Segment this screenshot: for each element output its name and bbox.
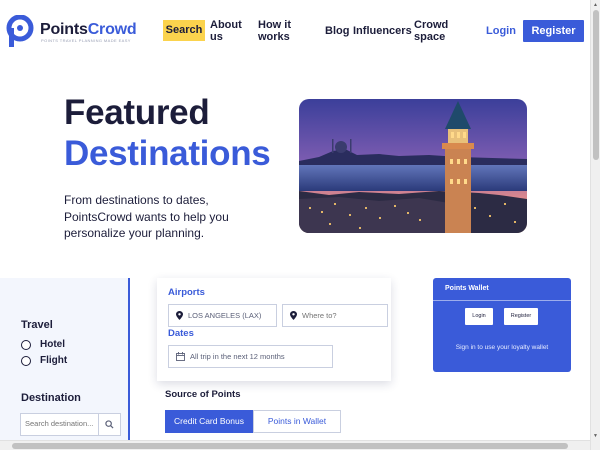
nav-blog[interactable]: Blog xyxy=(325,25,349,37)
nav-how-line1: How it xyxy=(258,19,291,31)
from-airport-input[interactable] xyxy=(188,311,268,320)
from-airport-field[interactable] xyxy=(168,304,277,327)
to-airport-input[interactable] xyxy=(302,311,382,320)
brand-name-crowd: Crowd xyxy=(87,21,137,38)
wallet-note: Sign in to use your loyalty wallet xyxy=(455,344,549,351)
flight-radio[interactable] xyxy=(21,355,31,366)
destination-search xyxy=(20,413,121,436)
tab-points-in-wallet[interactable]: Points in Wallet xyxy=(253,410,341,433)
source-of-points-label: Source of Points xyxy=(165,389,241,400)
vertical-scrollbar-thumb[interactable] xyxy=(593,10,599,160)
istanbul-skyline-illustration xyxy=(299,99,527,233)
scroll-up-arrow-icon[interactable]: ▲ xyxy=(593,2,598,8)
dates-input[interactable] xyxy=(190,352,330,361)
horizontal-scrollbar[interactable] xyxy=(0,440,590,450)
horizontal-scrollbar-thumb[interactable] xyxy=(12,443,568,449)
hotel-radio[interactable] xyxy=(21,339,31,350)
destination-search-button[interactable] xyxy=(98,414,120,435)
hero-title: Featured Destinations xyxy=(64,92,271,174)
location-pin-icon xyxy=(176,311,183,320)
nav-crowd-space[interactable]: Crowd space xyxy=(414,19,448,43)
nav-about-us[interactable]: About us xyxy=(210,19,242,43)
dates-label: Dates xyxy=(168,328,194,339)
search-icon xyxy=(105,420,114,429)
wallet-register-button[interactable]: Register xyxy=(504,308,538,325)
nav-how-it-works[interactable]: How it works xyxy=(258,19,291,43)
vertical-scrollbar[interactable]: ▲ ▼ xyxy=(590,0,600,450)
destination-search-input[interactable] xyxy=(25,419,101,428)
dates-field[interactable] xyxy=(168,345,333,368)
travel-label: Travel xyxy=(21,319,53,331)
hero-subtitle: From destinations to dates, PointsCrowd … xyxy=(64,193,229,240)
hero-title-line1: Featured xyxy=(64,93,210,132)
to-airport-field[interactable] xyxy=(282,304,388,327)
wallet-title: Points Wallet xyxy=(445,285,489,292)
nav-about-line1: About xyxy=(210,19,242,31)
brand-tagline: POINTS TRAVEL PLANNING MADE EASY xyxy=(41,38,131,43)
location-pin-icon xyxy=(290,311,297,320)
hero-title-line2: Destinations xyxy=(64,134,271,173)
site-header: PointsCrowd POINTS TRAVEL PLANNING MADE … xyxy=(0,0,590,62)
tab-credit-card-bonus[interactable]: Credit Card Bonus xyxy=(165,410,253,433)
nav-influencers[interactable]: Influencers xyxy=(353,25,412,37)
brand-name[interactable]: PointsCrowd xyxy=(40,21,137,39)
scroll-down-arrow-icon[interactable]: ▼ xyxy=(593,433,598,439)
wallet-login-button[interactable]: Login xyxy=(465,308,493,325)
destination-label: Destination xyxy=(21,392,81,404)
trip-search-card: Airports Dates xyxy=(157,278,391,381)
nav-crowd-line2: space xyxy=(414,31,446,43)
travel-option-flight[interactable]: Flight xyxy=(21,355,67,366)
airports-label: Airports xyxy=(168,287,205,298)
brand-name-points: Points xyxy=(40,21,88,38)
nav-how-line2: works xyxy=(258,31,290,43)
points-wallet-card: Points Wallet Login Register Sign in to … xyxy=(433,278,571,372)
login-button[interactable]: Login xyxy=(486,25,516,37)
nav-about-line2: us xyxy=(210,31,223,43)
flight-label: Flight xyxy=(40,355,68,366)
calendar-icon xyxy=(176,352,185,361)
travel-option-hotel[interactable]: Hotel xyxy=(21,339,65,350)
nav-crowd-line1: Crowd xyxy=(414,19,449,31)
hotel-label: Hotel xyxy=(40,339,65,350)
hero-destination-image xyxy=(299,99,527,233)
wallet-divider xyxy=(433,300,571,301)
nav-search[interactable]: Search xyxy=(163,20,205,41)
pointscrowd-logo-icon[interactable] xyxy=(6,15,35,48)
register-button[interactable]: Register xyxy=(523,20,584,42)
